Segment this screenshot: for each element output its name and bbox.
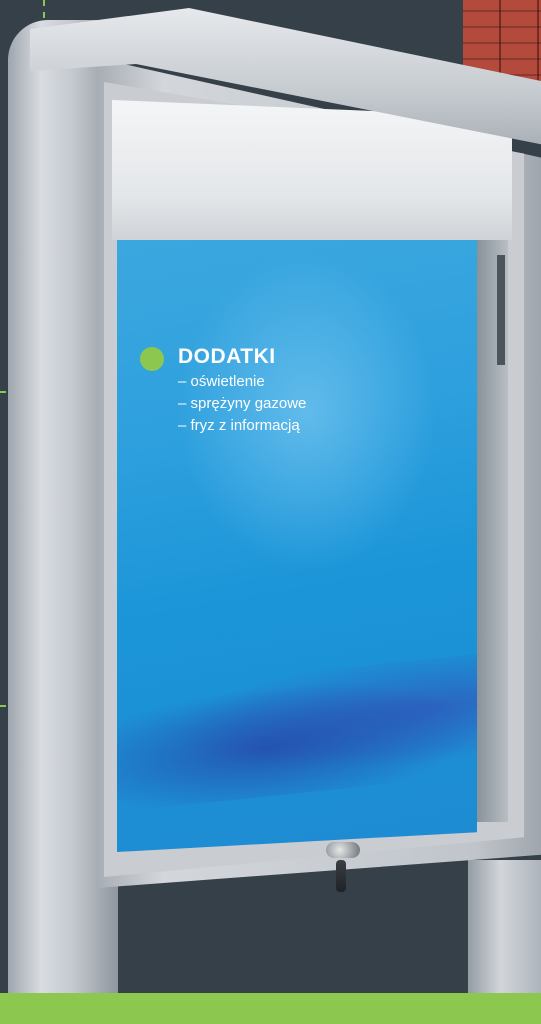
gas-spring: [497, 255, 505, 365]
bottom-green-bar: [0, 993, 541, 1024]
lock-icon: [326, 842, 360, 858]
poster-glow: [177, 252, 437, 572]
poster-wave: [117, 650, 477, 814]
guide-line-top: [43, 0, 45, 18]
features-title: DODATKI: [178, 345, 276, 368]
feature-item-frieze: – fryz z informacją: [178, 417, 300, 434]
blue-poster: [117, 192, 477, 852]
feature-item-gas-springs: – sprężyny gazowe: [178, 395, 307, 412]
bullet-dot-icon: [140, 347, 164, 371]
scene: DODATKI – oświetlenie – sprężyny gazowe …: [0, 0, 541, 1024]
key-icon: [336, 860, 346, 892]
feature-item-lighting: – oświetlenie: [178, 373, 265, 390]
